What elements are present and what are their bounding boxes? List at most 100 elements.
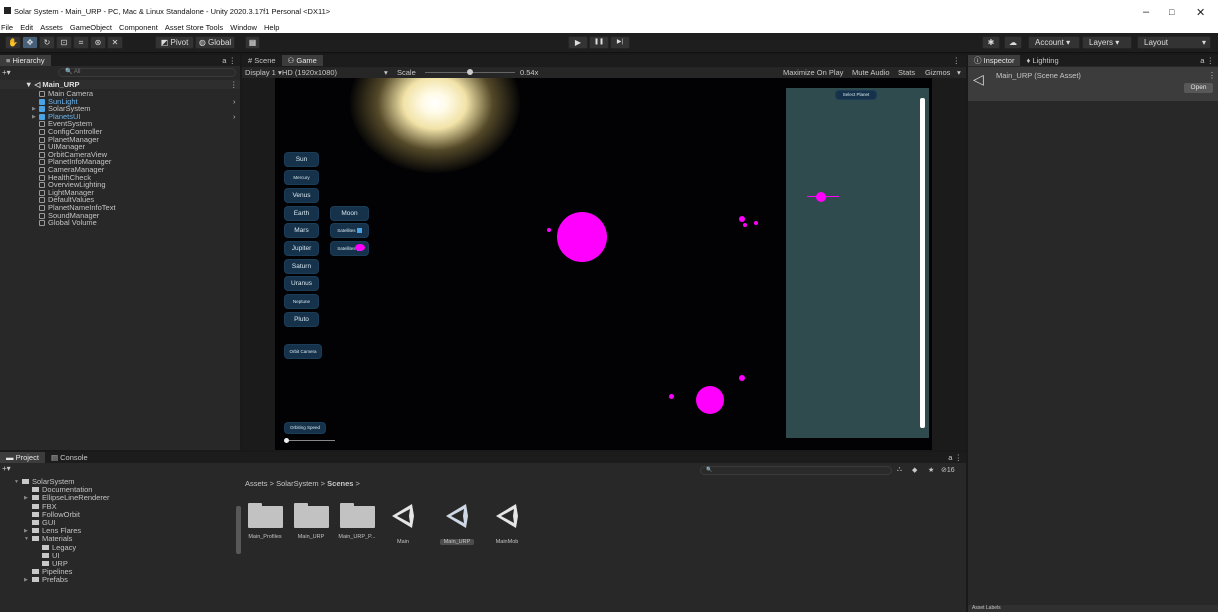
- project-search-input[interactable]: 🔍: [700, 466, 892, 475]
- collab-icon[interactable]: ✱: [982, 36, 1000, 49]
- stats-toggle[interactable]: Stats: [898, 67, 915, 78]
- custom-tool-icon[interactable]: ✕: [107, 36, 123, 49]
- resolution-chevron-icon[interactable]: ▾: [384, 67, 388, 78]
- orbit-camera-button[interactable]: Orbit Camera: [285, 345, 321, 358]
- tab-lighting[interactable]: ♦ Lighting: [1020, 55, 1064, 66]
- layout-dropdown[interactable]: Layout ▾: [1137, 36, 1211, 49]
- project-lock-icon[interactable]: a ⋮: [948, 452, 962, 463]
- tab-hierarchy[interactable]: ≡ Hierarchy: [0, 55, 51, 66]
- moon-button[interactable]: Moon: [331, 207, 368, 220]
- filter-type-icon[interactable]: ⛬: [897, 466, 902, 474]
- game-viewport[interactable]: Sun Mercury Venus Earth Mars Jupiter Sat…: [275, 78, 932, 450]
- lock-icon[interactable]: a ⋮: [222, 55, 236, 66]
- resolution-dropdown[interactable]: HD (1920x1080): [282, 67, 337, 78]
- favorite-star-icon[interactable]: ★: [928, 466, 934, 474]
- filter-label-icon[interactable]: ◆: [912, 466, 917, 474]
- menu-edit[interactable]: Edit: [20, 22, 33, 33]
- menu-window[interactable]: Window: [230, 22, 257, 33]
- asset-scene[interactable]: Main: [380, 501, 426, 545]
- menu-assets[interactable]: Assets: [40, 22, 63, 33]
- rotate-tool-icon[interactable]: ↻: [39, 36, 55, 49]
- orbiting-speed-knob[interactable]: [284, 438, 289, 443]
- play-button[interactable]: ▶: [568, 36, 588, 49]
- pivot-toggle[interactable]: ◩ Pivot: [155, 36, 194, 49]
- tab-game[interactable]: ⚇ Game: [281, 55, 323, 66]
- tab-scene[interactable]: # Scene: [242, 55, 282, 66]
- neptune-button[interactable]: Neptune: [285, 295, 318, 308]
- menu-help[interactable]: Help: [264, 22, 279, 33]
- rect-tool-icon[interactable]: ⌗: [73, 36, 89, 49]
- expand-arrow-icon[interactable]: ▼: [24, 535, 29, 543]
- jupiter-button[interactable]: Jupiter: [285, 242, 318, 255]
- mercury-button[interactable]: Mercury: [285, 171, 318, 184]
- mars-satellites-toggle[interactable]: Satellites: [331, 224, 368, 237]
- magenta-moon[interactable]: [743, 223, 747, 227]
- expand-arrow-icon[interactable]: ▼: [14, 478, 19, 486]
- menu-file[interactable]: File: [1, 22, 13, 33]
- tab-project[interactable]: ▬ Project: [0, 452, 45, 463]
- breadcrumb-scenes[interactable]: Scenes: [327, 479, 353, 488]
- mute-audio-toggle[interactable]: Mute Audio: [852, 67, 890, 78]
- global-toggle[interactable]: ◍ Global: [195, 36, 235, 49]
- maximize-on-play-toggle[interactable]: Maximize On Play: [783, 67, 843, 78]
- orbiting-speed-slider[interactable]: [285, 440, 335, 441]
- minimize-button[interactable]: –: [1143, 6, 1149, 18]
- account-dropdown[interactable]: Account ▾: [1028, 36, 1080, 49]
- step-button[interactable]: ▶|: [610, 36, 630, 49]
- asset-labels-bar[interactable]: Asset Labels: [968, 605, 1218, 612]
- gizmos-toggle[interactable]: Gizmos: [925, 67, 950, 78]
- tab-inspector[interactable]: ⓘ Inspector: [968, 55, 1021, 66]
- scene-menu-icon[interactable]: ⋮: [230, 81, 238, 89]
- magenta-moon[interactable]: [739, 375, 745, 381]
- magenta-moon[interactable]: [754, 221, 758, 225]
- magenta-moon[interactable]: [739, 216, 745, 222]
- asset-folder[interactable]: Main_URP: [288, 501, 334, 540]
- magenta-moon[interactable]: [669, 394, 674, 399]
- saturn-button[interactable]: Saturn: [285, 260, 318, 273]
- breadcrumb-assets[interactable]: Assets: [245, 479, 268, 488]
- selected-planet-preview[interactable]: [816, 192, 826, 202]
- asset-scene[interactable]: Main_URP: [434, 501, 480, 545]
- breadcrumb-solarsystem[interactable]: SolarSystem: [276, 479, 319, 488]
- menu-gameobject[interactable]: GameObject: [70, 22, 112, 33]
- close-button[interactable]: ✕: [1196, 6, 1205, 19]
- grid-snap-icon[interactable]: ▦: [245, 36, 260, 49]
- add-menu-icon[interactable]: +▾: [2, 68, 14, 77]
- hierarchy-item[interactable]: Global Volume: [0, 219, 240, 227]
- expand-arrow-icon[interactable]: ▶: [24, 494, 28, 502]
- expand-arrow-icon[interactable]: ▶: [24, 576, 28, 584]
- pluto-button[interactable]: Pluto: [285, 313, 318, 326]
- uranus-button[interactable]: Uranus: [285, 277, 318, 290]
- magenta-planet-small[interactable]: [355, 244, 365, 251]
- tree-scrollbar[interactable]: [236, 506, 241, 554]
- transform-tool-icon[interactable]: ⊛: [90, 36, 106, 49]
- menu-asset-store-tools[interactable]: Asset Store Tools: [165, 22, 223, 33]
- maximize-button[interactable]: □: [1169, 7, 1174, 17]
- scale-tool-icon[interactable]: ⊡: [56, 36, 72, 49]
- gizmos-chevron-icon[interactable]: ▾: [957, 67, 961, 78]
- move-tool-icon[interactable]: ✥: [22, 36, 38, 49]
- tab-console[interactable]: ▤ Console: [45, 452, 94, 463]
- magenta-planet-medium[interactable]: [696, 386, 724, 414]
- asset-folder[interactable]: Main_URP_P...: [334, 501, 380, 540]
- asset-folder[interactable]: Main_Profiles: [242, 501, 288, 540]
- asset-scene[interactable]: MainMob: [484, 501, 530, 545]
- project-add-icon[interactable]: +▾: [2, 464, 11, 473]
- venus-button[interactable]: Venus: [285, 189, 318, 202]
- hidden-packages-toggle[interactable]: ⊘16: [941, 466, 955, 474]
- inspector-lock-icon[interactable]: a ⋮: [1200, 55, 1214, 66]
- hierarchy-search-input[interactable]: 🔍 All: [58, 68, 236, 77]
- open-button[interactable]: Open: [1184, 83, 1213, 93]
- layers-dropdown[interactable]: Layers ▾: [1082, 36, 1132, 49]
- cloud-icon[interactable]: ☁: [1004, 36, 1022, 49]
- panel-menu-icon[interactable]: ⋮: [953, 55, 961, 66]
- magenta-planet-large[interactable]: [557, 212, 607, 262]
- display-dropdown[interactable]: Display 1 ▾: [245, 67, 282, 78]
- scene-row[interactable]: ▼ ◁ Main_URP ⋮: [0, 80, 240, 89]
- mars-button[interactable]: Mars: [285, 224, 318, 237]
- menu-component[interactable]: Component: [119, 22, 158, 33]
- pause-button[interactable]: ❚❚: [589, 36, 609, 49]
- hand-tool-icon[interactable]: ✋: [5, 36, 21, 49]
- scale-slider-knob[interactable]: [467, 69, 473, 75]
- panel-scrollbar[interactable]: [920, 98, 925, 428]
